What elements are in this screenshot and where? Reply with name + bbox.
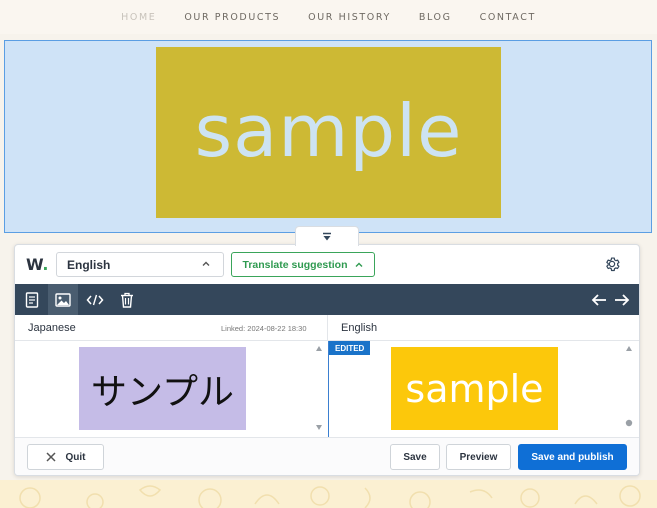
code-icon[interactable] [80, 284, 110, 315]
target-language-label: English [341, 322, 378, 334]
selected-image-block[interactable]: sample [4, 40, 652, 233]
editor-footer: Quit Save Preview Save and publish [15, 437, 639, 475]
collapse-panel-tab[interactable] [295, 226, 359, 246]
resize-grip-icon[interactable] [625, 419, 633, 427]
nav-our-history[interactable]: OUR HISTORY [308, 12, 391, 23]
language-select-value: English [67, 257, 111, 272]
translation-editor-panel: W. English Translate suggestion Japanese… [14, 244, 640, 476]
hero-image[interactable]: sample [156, 47, 501, 218]
nav-our-products[interactable]: OUR PRODUCTS [184, 12, 280, 23]
nav-contact[interactable]: CONTACT [480, 12, 536, 23]
save-button[interactable]: Save [390, 444, 440, 470]
preview-label: Preview [459, 451, 498, 463]
target-image-text: sample [405, 366, 544, 411]
scroll-up-icon [316, 346, 322, 351]
image-icon[interactable] [48, 284, 78, 315]
arrow-right-icon[interactable] [607, 284, 637, 315]
save-label: Save [403, 451, 427, 463]
quit-button[interactable]: Quit [27, 444, 104, 470]
settings-gear-icon[interactable] [603, 255, 621, 273]
chevron-up-icon [355, 262, 363, 267]
save-and-publish-button[interactable]: Save and publish [518, 444, 627, 470]
document-icon[interactable] [17, 284, 47, 315]
linked-timestamp: Linked: 2024-08-22 18:30 [221, 324, 307, 333]
editor-header: W. English Translate suggestion [15, 245, 639, 284]
save-and-publish-label: Save and publish [531, 451, 614, 463]
scroll-up-icon [626, 346, 632, 351]
nav-blog[interactable]: BLOG [419, 12, 452, 23]
columns-header: Japanese Linked: 2024-08-22 18:30 Englis… [15, 315, 639, 341]
preview-button[interactable]: Preview [446, 444, 511, 470]
quit-label: Quit [65, 451, 86, 463]
nav-home[interactable]: HOME [121, 12, 156, 23]
trash-icon[interactable] [112, 284, 142, 315]
target-scrollbar[interactable] [624, 341, 634, 435]
site-nav: HOME OUR PRODUCTS OUR HISTORY BLOG CONTA… [0, 0, 657, 34]
target-image[interactable]: sample [391, 347, 558, 430]
source-image: サンプル [79, 347, 246, 430]
edited-badge: EDITED [329, 341, 371, 355]
language-select[interactable]: English [56, 252, 224, 277]
source-image-text: サンプル [91, 371, 234, 413]
source-language-label: Japanese [28, 322, 76, 334]
source-scrollbar[interactable] [314, 341, 324, 435]
chevron-up-icon [202, 261, 210, 266]
close-icon [45, 452, 56, 462]
source-column: サンプル [15, 341, 327, 437]
wovn-logo: W. [26, 255, 49, 274]
scroll-down-icon [316, 425, 322, 430]
translate-suggestion-label: Translate suggestion [242, 258, 348, 271]
hero-image-text: sample [194, 88, 463, 173]
translate-suggestion-button[interactable]: Translate suggestion [231, 252, 375, 277]
decorative-background-pattern [0, 480, 657, 508]
column-divider [327, 315, 328, 341]
target-column: EDITED sample [328, 341, 639, 437]
collapse-icon [323, 232, 331, 240]
editor-toolbar [15, 284, 639, 315]
